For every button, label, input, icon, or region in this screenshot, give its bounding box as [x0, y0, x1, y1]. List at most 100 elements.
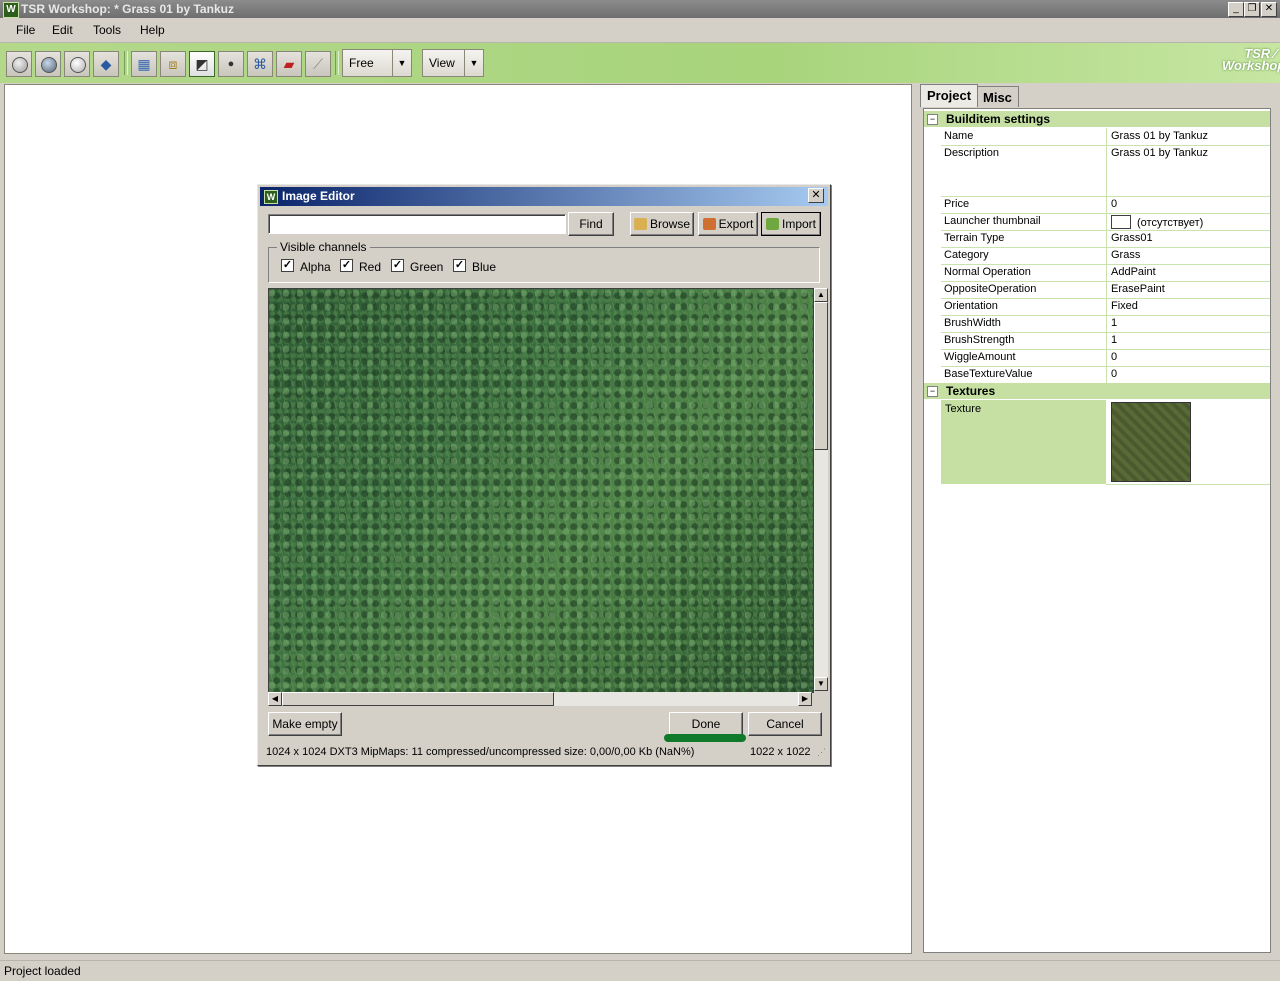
- property-row[interactable]: BrushWidth 1: [941, 315, 1270, 333]
- sphere-shaded-button[interactable]: [35, 51, 61, 77]
- property-row[interactable]: Category Grass: [941, 247, 1270, 265]
- resize-grip-icon[interactable]: ⋰: [817, 747, 826, 758]
- toolbar-separator: [335, 51, 339, 75]
- browse-button[interactable]: Browse: [630, 212, 694, 236]
- thumbnail-value-wrap[interactable]: (отсутствует): [1111, 215, 1203, 229]
- property-value[interactable]: Grass: [1111, 249, 1140, 261]
- window-title: TSR Workshop: * Grass 01 by Tankuz: [21, 2, 234, 16]
- red-checkbox[interactable]: ✓: [340, 259, 353, 272]
- property-row[interactable]: BrushStrength 1: [941, 332, 1270, 350]
- minimize-icon[interactable]: _: [1228, 2, 1244, 17]
- make-empty-button[interactable]: Make empty: [268, 712, 342, 736]
- collapse-icon[interactable]: −: [927, 386, 938, 397]
- property-value[interactable]: AddPaint: [1111, 266, 1156, 278]
- menu-tools[interactable]: Tools: [93, 23, 121, 37]
- done-button[interactable]: Done: [669, 712, 743, 736]
- mode-combo[interactable]: Free ▼: [342, 49, 412, 77]
- property-value[interactable]: Grass 01 by Tankuz: [1111, 130, 1208, 142]
- mode-combo-value: Free: [349, 56, 374, 70]
- diamond-icon: ◆: [100, 56, 112, 72]
- property-row[interactable]: Normal Operation AddPaint: [941, 264, 1270, 282]
- scroll-right-icon[interactable]: ▶: [798, 692, 812, 706]
- vertical-scroll-thumb[interactable]: [814, 302, 828, 450]
- property-row[interactable]: WiggleAmount 0: [941, 349, 1270, 367]
- diamond-button[interactable]: ◆: [93, 51, 119, 77]
- collapse-icon[interactable]: −: [927, 114, 938, 125]
- texture-thumbnail[interactable]: [1111, 402, 1191, 482]
- property-row[interactable]: OppositeOperation ErasePaint: [941, 281, 1270, 299]
- mesh-button[interactable]: ⌘: [247, 51, 273, 77]
- paint-mode-button[interactable]: ◩: [189, 51, 215, 77]
- tab-project[interactable]: Project: [920, 84, 979, 107]
- restore-icon[interactable]: ❐: [1244, 2, 1260, 17]
- point-button[interactable]: ●: [218, 51, 244, 77]
- property-name: Category: [944, 249, 989, 261]
- scroll-down-icon[interactable]: ▼: [814, 677, 828, 691]
- texture-row-value: [1106, 400, 1270, 485]
- property-value[interactable]: 1: [1111, 317, 1117, 329]
- wireframe-box-button[interactable]: ⧈: [160, 51, 186, 77]
- horizontal-scrollbar[interactable]: ◀ ▶: [268, 692, 812, 706]
- pipette-button[interactable]: ⟋: [305, 51, 331, 77]
- dialog-title: Image Editor: [282, 189, 355, 203]
- alpha-checkbox[interactable]: ✓: [281, 259, 294, 272]
- property-value[interactable]: (отсутствует): [1137, 217, 1203, 229]
- texture-preview[interactable]: [268, 288, 814, 693]
- property-row[interactable]: Orientation Fixed: [941, 298, 1270, 316]
- menu-help[interactable]: Help: [140, 23, 165, 37]
- import-button[interactable]: Import: [761, 212, 821, 236]
- menu-file[interactable]: File: [16, 23, 35, 37]
- export-button[interactable]: Export: [698, 212, 758, 236]
- section-builditem-settings[interactable]: − Builditem settings: [924, 111, 1270, 127]
- menu-edit[interactable]: Edit: [52, 23, 73, 37]
- chevron-down-icon[interactable]: ▼: [392, 50, 411, 76]
- find-button[interactable]: Find: [568, 212, 614, 236]
- tsr-workshop-logo: TSR ⁄ Workshop: [1222, 46, 1280, 73]
- cancel-button[interactable]: Cancel: [748, 712, 822, 736]
- tab-misc[interactable]: Misc: [976, 86, 1019, 107]
- property-value[interactable]: Fixed: [1111, 300, 1138, 312]
- scroll-up-icon[interactable]: ▲: [814, 288, 828, 302]
- property-row[interactable]: BaseTextureValue 0: [941, 366, 1270, 384]
- scroll-left-icon[interactable]: ◀: [268, 692, 282, 706]
- app-icon: W: [264, 190, 278, 204]
- property-row[interactable]: Terrain Type Grass01: [941, 230, 1270, 248]
- green-checkbox[interactable]: ✓: [391, 259, 404, 272]
- property-row[interactable]: Price 0: [941, 196, 1270, 214]
- sphere-light-button[interactable]: [64, 51, 90, 77]
- property-value[interactable]: Grass 01 by Tankuz: [1111, 147, 1208, 159]
- blue-checkbox[interactable]: ✓: [453, 259, 466, 272]
- property-value[interactable]: 1: [1111, 334, 1117, 346]
- close-icon[interactable]: ✕: [1261, 2, 1277, 17]
- sphere-icon: [41, 57, 57, 73]
- section-textures[interactable]: − Textures: [924, 383, 1270, 399]
- vertical-scrollbar[interactable]: ▲ ▼: [814, 288, 828, 691]
- find-input[interactable]: [268, 214, 566, 234]
- column-divider: [1106, 315, 1107, 332]
- image-editor-dialog: W Image Editor ✕ Find Browse Export Impo…: [257, 184, 831, 766]
- browse-label: Browse: [649, 217, 690, 231]
- grid-button[interactable]: ▦: [131, 51, 157, 77]
- sphere-gray-button[interactable]: [6, 51, 32, 77]
- chevron-down-icon[interactable]: ▼: [464, 50, 483, 76]
- horizontal-scroll-thumb[interactable]: [282, 692, 554, 706]
- view-combo[interactable]: View ▼: [422, 49, 484, 77]
- column-divider: [1106, 349, 1107, 366]
- property-value[interactable]: 0: [1111, 198, 1117, 210]
- dialog-title-bar[interactable]: W Image Editor: [260, 187, 828, 206]
- property-name: BrushWidth: [944, 317, 1001, 329]
- property-row[interactable]: Name Grass 01 by Tankuz: [941, 128, 1270, 146]
- grass-texture-image: [269, 289, 813, 692]
- property-value[interactable]: Grass01: [1111, 232, 1153, 244]
- visible-channels-label: Visible channels: [277, 240, 370, 254]
- property-value[interactable]: 0: [1111, 368, 1117, 380]
- brush-button[interactable]: ▰: [276, 51, 302, 77]
- dialog-close-icon[interactable]: ✕: [808, 188, 824, 203]
- property-value[interactable]: 0: [1111, 351, 1117, 363]
- property-name: OppositeOperation: [944, 283, 1037, 295]
- done-highlight: [664, 734, 746, 742]
- property-value[interactable]: ErasePaint: [1111, 283, 1165, 295]
- property-row[interactable]: Description Grass 01 by Tankuz: [941, 145, 1270, 197]
- status-text: Project loaded: [4, 964, 81, 978]
- property-row[interactable]: Launcher thumbnail (отсутствует): [941, 213, 1270, 231]
